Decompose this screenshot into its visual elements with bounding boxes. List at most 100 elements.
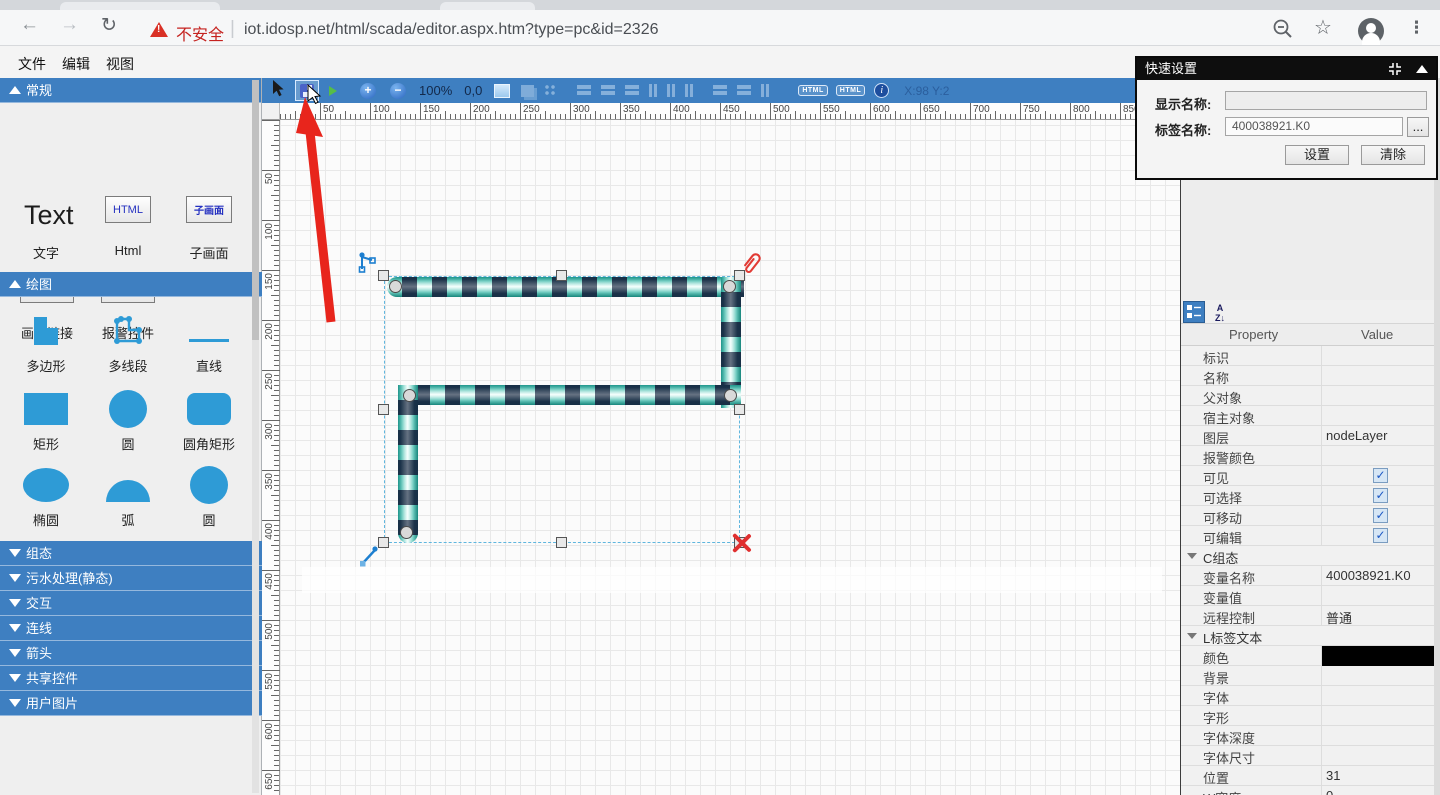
shape-tool-circle[interactable]: 圆 xyxy=(168,464,250,529)
property-row[interactable]: W宽度0 xyxy=(1181,786,1435,795)
shape-tool-arc[interactable]: 弧 xyxy=(87,464,169,529)
resize-handle-s[interactable] xyxy=(556,537,567,548)
dock-icon[interactable] xyxy=(1388,62,1402,76)
shape-tool-polygon[interactable]: 多边形 xyxy=(5,310,87,375)
section-2-header[interactable]: 污水处理(静态) xyxy=(0,566,262,591)
property-row[interactable]: 远程控制普通 xyxy=(1181,606,1435,626)
property-row[interactable]: 字体尺寸 xyxy=(1181,746,1435,766)
color-swatch[interactable] xyxy=(1322,646,1435,666)
text-tool-icon[interactable]: Text xyxy=(24,200,74,231)
vertex-handle[interactable] xyxy=(723,280,736,293)
section-6-header[interactable]: 共享控件 xyxy=(0,666,262,691)
property-row[interactable]: 报警颜色 xyxy=(1181,446,1435,466)
zoom-icon[interactable] xyxy=(1272,18,1294,40)
shape-tool-ellipse[interactable]: 椭圆 xyxy=(5,464,87,529)
edit-vertices-icon[interactable] xyxy=(358,251,382,275)
html-export-icon[interactable]: HTML xyxy=(798,85,827,96)
line-edit-icon[interactable] xyxy=(358,544,382,568)
address-bar[interactable]: iot.idosp.net/html/scada/editor.aspx.htm… xyxy=(244,21,658,39)
sidebar-scrollbar[interactable] xyxy=(252,80,259,793)
collapse-panel-icon[interactable] xyxy=(1416,65,1428,73)
subscreen-tool-icon[interactable]: 子画面 xyxy=(186,196,232,223)
delete-selection-icon[interactable] xyxy=(729,531,753,555)
resize-handle-e[interactable] xyxy=(734,404,745,415)
display-name-input[interactable] xyxy=(1225,91,1427,110)
section-3-header[interactable]: 交互 xyxy=(0,591,262,616)
forward-icon[interactable]: → xyxy=(60,14,79,36)
property-value[interactable]: 普通 xyxy=(1326,608,1352,627)
property-row[interactable]: 颜色 xyxy=(1181,646,1435,666)
profile-avatar[interactable] xyxy=(1358,18,1384,44)
tag-browse-button[interactable]: ... xyxy=(1407,117,1429,137)
property-row[interactable]: 字体 xyxy=(1181,686,1435,706)
section-draw[interactable]: 绘图 xyxy=(0,272,262,297)
property-row[interactable]: 背景 xyxy=(1181,666,1435,686)
property-checkbox[interactable]: ✓ xyxy=(1373,468,1388,483)
info-icon[interactable]: i xyxy=(874,83,889,98)
property-row[interactable]: 父对象 xyxy=(1181,386,1435,406)
property-checkbox[interactable]: ✓ xyxy=(1373,488,1388,503)
vertex-handle[interactable] xyxy=(403,389,416,402)
shape-tool-rounded-rect[interactable]: 圆角矩形 xyxy=(168,388,250,453)
property-value[interactable]: 400038921.K0 xyxy=(1326,568,1411,583)
set-button[interactable]: 设置 xyxy=(1285,145,1349,165)
browser-menu-icon[interactable]: ⋮ xyxy=(1408,18,1425,38)
shape-tool-polyline[interactable]: 多线段 xyxy=(87,310,169,375)
property-value[interactable]: 0 xyxy=(1326,788,1333,795)
reload-icon[interactable]: ↻ xyxy=(101,14,117,37)
design-canvas[interactable]: 0501001502002503003504004505005506006507… xyxy=(262,103,1180,795)
menu-file[interactable]: 文件 xyxy=(18,54,46,74)
section-5-header[interactable]: 箭头 xyxy=(0,641,262,666)
property-row[interactable]: 变量值 xyxy=(1181,586,1435,606)
property-checkbox[interactable]: ✓ xyxy=(1373,508,1388,523)
section-4-header[interactable]: 连线 xyxy=(0,616,262,641)
group-collapse-icon[interactable] xyxy=(1187,633,1197,639)
property-row[interactable]: 可见✓ xyxy=(1181,466,1435,486)
property-value[interactable]: 31 xyxy=(1326,768,1340,783)
property-row[interactable]: 可编辑✓ xyxy=(1181,526,1435,546)
vertex-handle[interactable] xyxy=(400,526,413,539)
menu-edit[interactable]: 编辑 xyxy=(62,54,90,74)
property-group-row[interactable]: L标签文本 xyxy=(1181,626,1435,646)
security-warning-icon[interactable]: ! xyxy=(150,22,168,37)
section-general[interactable]: 常规 xyxy=(0,78,261,103)
vertex-handle[interactable] xyxy=(724,389,737,402)
property-row[interactable]: 宿主对象 xyxy=(1181,406,1435,426)
quick-settings-titlebar[interactable]: 快速设置 xyxy=(1137,58,1436,80)
property-row[interactable]: 位置31 xyxy=(1181,766,1435,786)
section-7-header[interactable]: 用户图片 xyxy=(0,691,262,716)
html-tool-icon[interactable]: HTML xyxy=(105,196,151,223)
property-group-row[interactable]: C组态 xyxy=(1181,546,1435,566)
categorize-icon[interactable] xyxy=(1183,301,1205,323)
section-1-header[interactable]: 组态 xyxy=(0,541,262,566)
resize-handle-w[interactable] xyxy=(378,404,389,415)
property-row[interactable]: 图层nodeLayer xyxy=(1181,426,1435,446)
sort-az-icon[interactable]: AZ↓ xyxy=(1209,301,1231,323)
property-row[interactable]: 名称 xyxy=(1181,366,1435,386)
bookmark-star-icon[interactable]: ☆ xyxy=(1314,15,1332,40)
save-button[interactable] xyxy=(295,80,319,101)
resize-handle-n[interactable] xyxy=(556,270,567,281)
clear-button[interactable]: 清除 xyxy=(1361,145,1425,165)
tag-name-input[interactable]: 400038921.K0 xyxy=(1225,117,1403,136)
html-preview-icon[interactable]: HTML xyxy=(836,85,865,96)
zoom-out-icon[interactable]: − xyxy=(390,83,406,99)
attach-paperclip-icon[interactable] xyxy=(740,250,764,276)
back-icon[interactable]: ← xyxy=(20,14,39,36)
run-preview-icon[interactable] xyxy=(329,86,337,96)
property-row[interactable]: 字形 xyxy=(1181,706,1435,726)
select-tool-icon[interactable] xyxy=(272,80,285,102)
pipe-segment-middle[interactable] xyxy=(400,385,741,405)
pipe-segment-left[interactable] xyxy=(398,385,418,543)
property-row[interactable]: 可移动✓ xyxy=(1181,506,1435,526)
menu-view[interactable]: 视图 xyxy=(106,54,134,74)
property-value[interactable]: nodeLayer xyxy=(1326,428,1387,443)
shape-tool-rect[interactable]: 矩形 xyxy=(5,388,87,453)
property-row[interactable]: 字体深度 xyxy=(1181,726,1435,746)
shape-tool-line[interactable]: 直线 xyxy=(168,310,250,375)
vertex-handle[interactable] xyxy=(389,280,402,293)
zoom-in-icon[interactable]: + xyxy=(360,83,376,99)
canvas-settings-icon[interactable] xyxy=(494,84,510,98)
property-row[interactable]: 可选择✓ xyxy=(1181,486,1435,506)
property-row[interactable]: 变量名称400038921.K0 xyxy=(1181,566,1435,586)
